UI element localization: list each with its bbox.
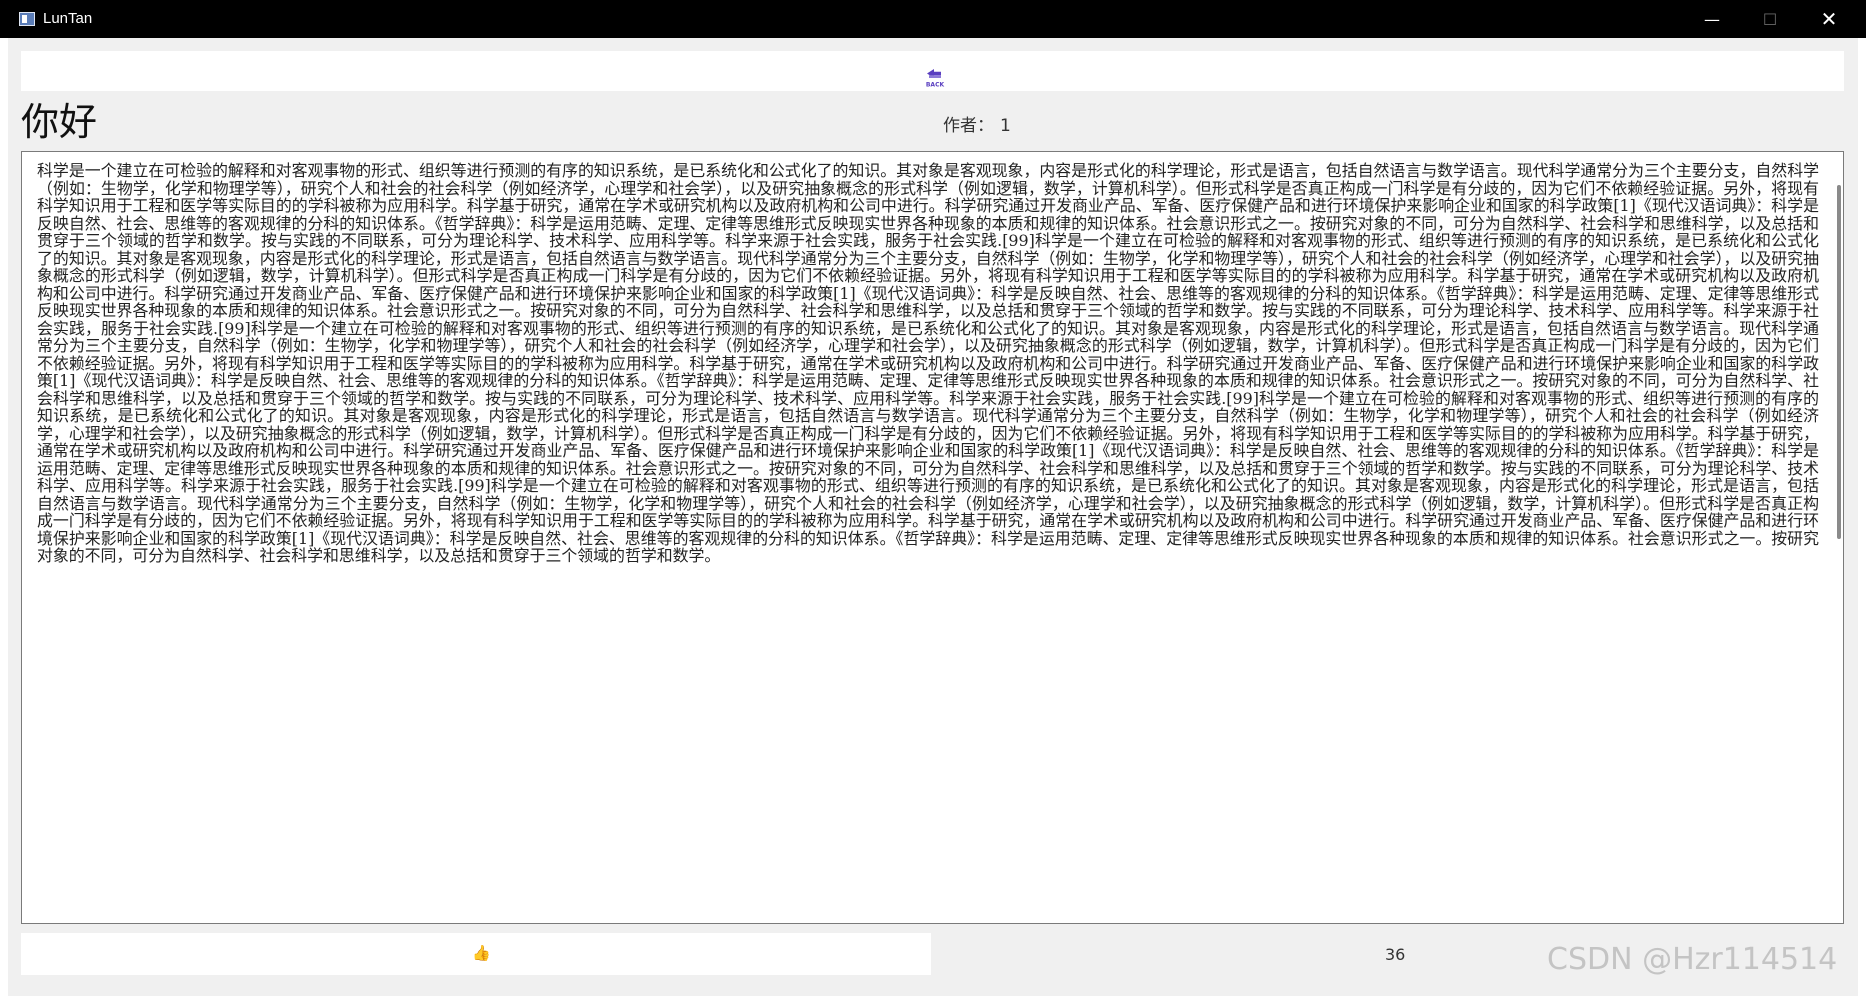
post-detail-window: BACK 你好 作者： 1 科学是一个建立在可检验的解释和对客观事物的形式、组织等… (8, 38, 1858, 996)
post-author: 作者： 1 (943, 115, 1011, 137)
window-titlebar[interactable]: LunTan — ☐ ✕ (0, 0, 1866, 38)
post-content-text: 科学是一个建立在可检验的解释和对客观事物的形式、组织等进行预测的有序的知识系统，… (37, 161, 1819, 565)
like-count: 36 (1385, 945, 1406, 964)
window-title: LunTan (43, 10, 93, 27)
thumbs-up-icon: 👍 (472, 945, 491, 962)
maximize-button[interactable]: ☐ (1741, 0, 1799, 38)
content-scrollbar[interactable] (1833, 152, 1843, 923)
like-button[interactable]: 👍 (21, 933, 931, 975)
app-window-icon (19, 12, 35, 26)
close-button[interactable]: ✕ (1800, 0, 1858, 38)
author-value: 1 (1000, 116, 1011, 136)
scrollbar-thumb[interactable] (1837, 185, 1841, 539)
post-content-area[interactable]: 科学是一个建立在可检验的解释和对客观事物的形式、组织等进行预测的有序的知识系统，… (21, 151, 1844, 924)
post-title: 你好 (21, 100, 98, 144)
author-label: 作者： (943, 116, 994, 136)
csdn-watermark: CSDN @Hzr114514 (1547, 942, 1838, 977)
back-arrow-icon: BACK (926, 69, 945, 89)
minimize-button[interactable]: — (1683, 0, 1741, 38)
back-label: BACK (926, 82, 945, 89)
back-button[interactable]: BACK (922, 66, 948, 92)
